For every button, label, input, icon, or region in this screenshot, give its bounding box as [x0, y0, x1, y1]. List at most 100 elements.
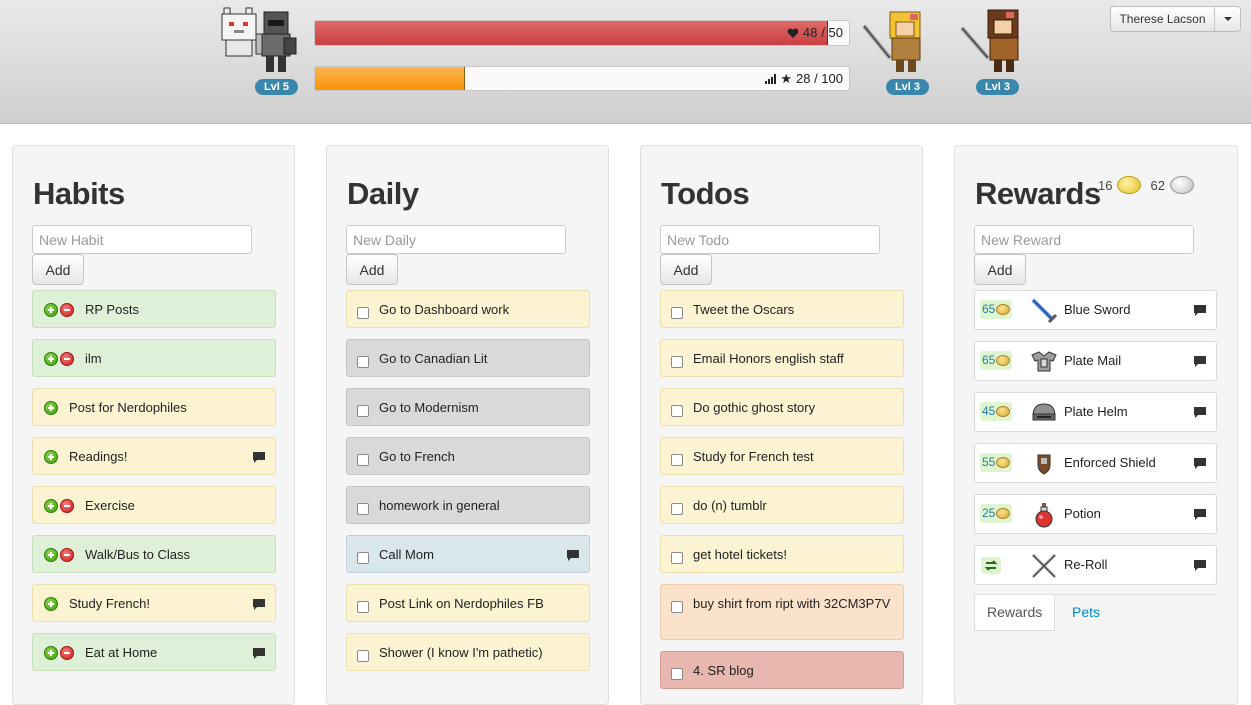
- reward-item[interactable]: 45 Plate Helm: [974, 392, 1217, 432]
- minus-icon[interactable]: [60, 303, 74, 317]
- reward-price[interactable]: 65: [980, 300, 1013, 319]
- habit-item[interactable]: Exercise: [32, 486, 276, 524]
- reward-price[interactable]: 55: [980, 453, 1013, 472]
- reward-item[interactable]: 65 Plate Mail: [974, 341, 1217, 381]
- add-todo-button[interactable]: Add: [660, 254, 712, 285]
- party-member-1-avatar[interactable]: [860, 10, 932, 74]
- daily-checkbox[interactable]: [357, 405, 369, 417]
- plus-icon[interactable]: [44, 597, 58, 611]
- user-menu-button[interactable]: Therese Lacson: [1110, 6, 1241, 32]
- add-habit-button[interactable]: Add: [32, 254, 84, 285]
- todo-item[interactable]: Study for French test: [660, 437, 904, 475]
- habit-item[interactable]: Walk/Bus to Class: [32, 535, 276, 573]
- gold-coin-icon: [996, 406, 1011, 417]
- health-max: / 50: [821, 25, 843, 40]
- todo-checkbox[interactable]: [671, 668, 683, 680]
- todo-item[interactable]: do (n) tumblr: [660, 486, 904, 524]
- daily-checkbox[interactable]: [357, 650, 369, 662]
- reward-item[interactable]: 55 Enforced Shield: [974, 443, 1217, 483]
- user-menu-toggle[interactable]: [1214, 7, 1240, 31]
- add-daily-button[interactable]: Add: [346, 254, 398, 285]
- minus-icon[interactable]: [60, 499, 74, 513]
- tab-pets[interactable]: Pets: [1060, 595, 1112, 631]
- daily-item[interactable]: Go to Canadian Lit: [346, 339, 590, 377]
- plus-icon[interactable]: [44, 548, 58, 562]
- new-reward-input[interactable]: [974, 225, 1194, 254]
- daily-item[interactable]: Go to French: [346, 437, 590, 475]
- habit-item[interactable]: Eat at Home: [32, 633, 276, 671]
- todo-checkbox[interactable]: [671, 307, 683, 319]
- daily-checkbox[interactable]: [357, 601, 369, 613]
- habit-label: ilm: [85, 351, 102, 366]
- daily-item[interactable]: homework in general: [346, 486, 590, 524]
- add-reward-button[interactable]: Add: [974, 254, 1026, 285]
- daily-label: Shower (I know I'm pathetic): [379, 645, 543, 660]
- plus-icon[interactable]: [44, 450, 58, 464]
- daily-checkbox[interactable]: [357, 503, 369, 515]
- party-member-2-level: Lvl 3: [976, 79, 1019, 95]
- comment-icon[interactable]: [1194, 407, 1206, 418]
- todo-checkbox[interactable]: [671, 601, 683, 613]
- comment-icon[interactable]: [1194, 509, 1206, 520]
- player-avatar[interactable]: [218, 6, 304, 76]
- reward-price[interactable]: 25: [980, 504, 1013, 523]
- comment-icon[interactable]: [253, 599, 265, 610]
- comment-icon[interactable]: [253, 648, 265, 659]
- gold-coin-icon: [996, 304, 1011, 315]
- daily-item[interactable]: Go to Modernism: [346, 388, 590, 426]
- daily-item[interactable]: Post Link on Nerdophiles FB: [346, 584, 590, 622]
- reward-price-value: 45: [982, 404, 996, 418]
- plus-icon[interactable]: [44, 401, 58, 415]
- todo-checkbox[interactable]: [671, 503, 683, 515]
- todo-item[interactable]: Email Honors english staff: [660, 339, 904, 377]
- daily-checkbox[interactable]: [357, 454, 369, 466]
- habit-label: Study French!: [69, 596, 150, 611]
- reward-item[interactable]: 25 Potion: [974, 494, 1217, 534]
- plus-icon[interactable]: [44, 352, 58, 366]
- comment-icon[interactable]: [1194, 305, 1206, 316]
- daily-checkbox[interactable]: [357, 307, 369, 319]
- reward-price[interactable]: 65: [980, 351, 1013, 370]
- minus-icon[interactable]: [60, 646, 74, 660]
- habit-item[interactable]: Study French!: [32, 584, 276, 622]
- todo-checkbox[interactable]: [671, 356, 683, 368]
- todo-checkbox[interactable]: [671, 454, 683, 466]
- gold-coin-icon: [996, 508, 1011, 519]
- daily-item[interactable]: Go to Dashboard work: [346, 290, 590, 328]
- plus-icon[interactable]: [44, 646, 58, 660]
- comment-icon[interactable]: [567, 550, 579, 561]
- plus-icon[interactable]: [44, 499, 58, 513]
- reroll-icon[interactable]: [981, 557, 1001, 574]
- comment-icon[interactable]: [1194, 458, 1206, 469]
- todo-item[interactable]: buy shirt from ript with 32CM3P7V: [660, 584, 904, 640]
- daily-checkbox[interactable]: [357, 552, 369, 564]
- todo-checkbox[interactable]: [671, 405, 683, 417]
- todo-item[interactable]: Tweet the Oscars: [660, 290, 904, 328]
- reward-price[interactable]: 45: [980, 402, 1013, 421]
- health-bar-fill: [315, 21, 828, 45]
- habit-item[interactable]: RP Posts: [32, 290, 276, 328]
- habit-item[interactable]: Readings!: [32, 437, 276, 475]
- todo-checkbox[interactable]: [671, 552, 683, 564]
- tab-rewards[interactable]: Rewards: [974, 595, 1056, 631]
- party-member-2-avatar[interactable]: [958, 8, 1030, 74]
- daily-item[interactable]: Shower (I know I'm pathetic): [346, 633, 590, 671]
- habit-item[interactable]: Post for Nerdophiles: [32, 388, 276, 426]
- reward-item[interactable]: Re-Roll: [974, 545, 1217, 585]
- comment-icon[interactable]: [253, 452, 265, 463]
- new-habit-input[interactable]: [32, 225, 252, 254]
- minus-icon[interactable]: [60, 352, 74, 366]
- new-todo-input[interactable]: [660, 225, 880, 254]
- daily-item[interactable]: Call Mom: [346, 535, 590, 573]
- reward-item[interactable]: 65 Blue Sword: [974, 290, 1217, 330]
- new-daily-input[interactable]: [346, 225, 566, 254]
- comment-icon[interactable]: [1194, 356, 1206, 367]
- plus-icon[interactable]: [44, 303, 58, 317]
- todo-item[interactable]: get hotel tickets!: [660, 535, 904, 573]
- todo-item[interactable]: 4. SR blog: [660, 651, 904, 689]
- comment-icon[interactable]: [1194, 560, 1206, 571]
- todo-item[interactable]: Do gothic ghost story: [660, 388, 904, 426]
- minus-icon[interactable]: [60, 548, 74, 562]
- habit-item[interactable]: ilm: [32, 339, 276, 377]
- daily-checkbox[interactable]: [357, 356, 369, 368]
